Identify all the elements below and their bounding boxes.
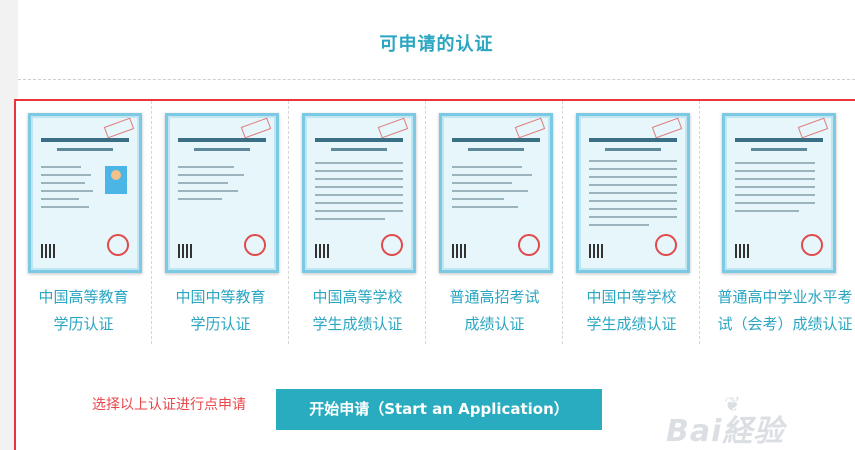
stamp-icon [518, 234, 540, 256]
start-application-button[interactable]: 开始申请（Start an Application） [276, 389, 602, 430]
certificate-label[interactable]: 中国高等教育 学历认证 [15, 284, 152, 338]
certificate-thumbnail[interactable] [302, 113, 416, 273]
qr-code-icon [452, 244, 466, 258]
certificate-card-academic-proficiency[interactable]: 普通高中学业水平考 试（会考）成绩认证 [700, 101, 853, 344]
section-title: 可申请的认证 [379, 34, 494, 55]
certificate-thumbnail[interactable] [28, 113, 142, 273]
certificate-card-gaokao-scores[interactable]: 普通高招考试 成绩认证 [426, 101, 563, 344]
certificate-thumbnail[interactable] [165, 113, 279, 273]
stamp-icon [381, 234, 403, 256]
qr-code-icon [178, 244, 192, 258]
certificate-card-college-transcript[interactable]: 中国高等学校 学生成绩认证 [289, 101, 426, 344]
baidu-watermark: ❦ Bai経验 [666, 392, 846, 449]
qr-code-icon [589, 244, 603, 258]
certificate-card-secondary-education[interactable]: 中国中等教育 学历认证 [152, 101, 289, 344]
certificate-thumbnail[interactable] [576, 113, 690, 273]
qr-code-icon [735, 244, 749, 258]
qr-code-icon [315, 244, 329, 258]
certificate-label[interactable]: 中国中等教育 学历认证 [152, 284, 289, 338]
stamp-icon [655, 234, 677, 256]
certificate-label[interactable]: 普通高招考试 成绩认证 [426, 284, 563, 338]
section-header: 可申请的认证 [18, 0, 855, 80]
qr-code-icon [41, 244, 55, 258]
certificate-label[interactable]: 普通高中学业水平考 试（会考）成绩认证 [710, 284, 855, 338]
certificate-list: 中国高等教育 学历认证 中国中等教育 学历认证 中国高等学校 学生成绩认证 普通… [15, 101, 855, 346]
stamp-icon [244, 234, 266, 256]
certificate-label[interactable]: 中国高等学校 学生成绩认证 [289, 284, 426, 338]
certificate-card-higher-education[interactable]: 中国高等教育 学历认证 [15, 101, 152, 344]
stamp-icon [801, 234, 823, 256]
certificate-label[interactable]: 中国中等学校 学生成绩认证 [563, 284, 700, 338]
avatar-photo [105, 166, 127, 194]
selection-hint: 选择以上认证进行点申请 [92, 397, 246, 413]
certificate-card-secondary-transcript[interactable]: 中国中等学校 学生成绩认证 [563, 101, 700, 344]
certificate-thumbnail[interactable] [722, 113, 836, 273]
stamp-icon [107, 234, 129, 256]
certificate-thumbnail[interactable] [439, 113, 553, 273]
watermark-text: Bai経验 [666, 414, 785, 449]
